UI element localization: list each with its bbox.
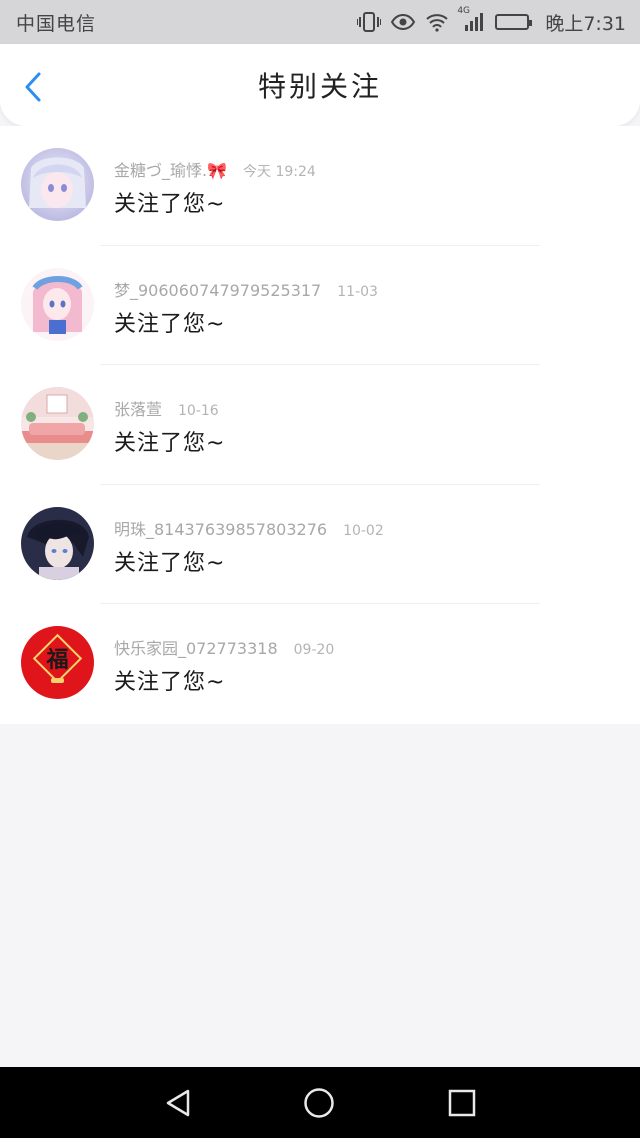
nav-back-button[interactable] [162, 1087, 194, 1119]
timestamp: 10-02 [343, 522, 384, 539]
username[interactable]: 梦_906060747979525317 [114, 277, 321, 301]
status-icons: 4G 晚上7:31 [357, 6, 626, 36]
username[interactable]: 金糖づ_瑜悸.🎀 [114, 157, 227, 181]
nav-home-button[interactable] [303, 1087, 335, 1119]
clock-label: 晚上7:31 [545, 12, 626, 35]
notification-message: 关注了您~ [114, 670, 226, 696]
battery-icon [495, 14, 533, 30]
timestamp: 今天 19:24 [243, 164, 316, 180]
username[interactable]: 张落萱 [114, 396, 162, 420]
back-button[interactable] [18, 70, 48, 104]
timestamp: 10-16 [178, 403, 219, 420]
wifi-icon [425, 12, 449, 32]
eye-icon [391, 13, 416, 31]
square-recents-icon [448, 1089, 476, 1117]
item-meta: 明珠_814376398578032​76 10-02 [114, 516, 384, 540]
list-item[interactable]: 福 快乐家园_072773318 09-20 关注了您~ [0, 604, 640, 724]
network-type-label: 4G [457, 6, 471, 16]
chevron-left-icon [25, 72, 41, 102]
page-title: 特别关注 [257, 70, 382, 103]
circle-home-icon [304, 1088, 334, 1118]
username[interactable]: 快乐家园_072773318 [114, 635, 278, 659]
list-item[interactable]: 明珠_814376398578032​76 10-02 关注了您~ [0, 485, 640, 605]
item-meta: 梦_906060747979525317 11-03 [114, 277, 378, 301]
item-meta: 快乐家园_072773318 09-20 [114, 635, 334, 659]
item-meta: 金糖づ_瑜悸.🎀 今天 19:24 [114, 157, 316, 181]
follow-list: 金糖づ_瑜悸.🎀 今天 19:24 关注了您~ 梦_90606074797952… [0, 126, 640, 724]
avatar[interactable] [21, 148, 94, 221]
list-item[interactable]: 张落萱 10-16 关注了您~ [0, 365, 640, 485]
avatar[interactable] [21, 506, 94, 580]
triangle-back-icon [166, 1089, 190, 1117]
timestamp: 11-03 [337, 283, 378, 300]
timestamp: 09-20 [293, 642, 335, 659]
list-item[interactable]: 梦_906060747979525317 11-03 关注了您~ [0, 246, 640, 366]
avatar[interactable] [21, 267, 94, 341]
vibrate-icon [357, 12, 382, 32]
status-bar: 中国电信 4G 晚上7:31 [0, 0, 640, 44]
item-meta: 张落萱 10-16 [114, 396, 219, 420]
signal-icon: 4G [457, 6, 485, 32]
list-item[interactable]: 金糖づ_瑜悸.🎀 今天 19:24 关注了您~ [0, 126, 640, 246]
notification-message: 关注了您~ [114, 311, 226, 337]
notification-message: 关注了您~ [114, 192, 226, 217]
svg-text:福: 福 [45, 647, 68, 673]
carrier-label: 中国电信 [16, 12, 97, 35]
notification-message: 关注了您~ [114, 431, 226, 457]
header: 特别关注 [0, 44, 640, 126]
avatar[interactable]: 福 [21, 626, 94, 700]
notification-message: 关注了您~ [114, 550, 226, 576]
nav-recents-button[interactable] [446, 1087, 478, 1119]
system-nav-bar [0, 1067, 640, 1138]
username[interactable]: 明珠_814376398578032​76 [114, 516, 327, 540]
avatar[interactable] [21, 387, 94, 461]
